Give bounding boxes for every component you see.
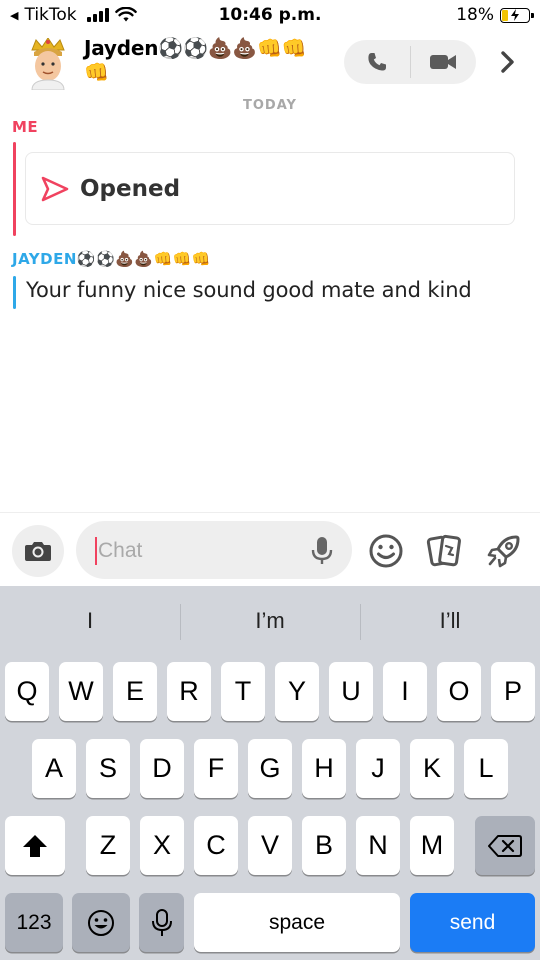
key-h[interactable]: H bbox=[302, 739, 346, 798]
predictive-bar: I I’m I’ll bbox=[0, 586, 540, 656]
key-m[interactable]: M bbox=[410, 816, 454, 875]
emoji-keyboard-key[interactable] bbox=[72, 893, 130, 952]
key-q[interactable]: Q bbox=[5, 662, 49, 721]
key-f[interactable]: F bbox=[194, 739, 238, 798]
avatar[interactable] bbox=[22, 37, 74, 91]
key-n[interactable]: N bbox=[356, 816, 400, 875]
sender-label-friend: JAYDEN⚽⚽💩💩👊👊👊 bbox=[12, 250, 212, 268]
battery-percent: 18% bbox=[456, 5, 494, 25]
video-call-button[interactable] bbox=[411, 40, 477, 84]
chat-input[interactable] bbox=[98, 531, 298, 571]
key-c[interactable]: C bbox=[194, 816, 238, 875]
date-separator: TODAY bbox=[243, 98, 297, 113]
chevron-right-icon[interactable] bbox=[492, 46, 524, 78]
phone-icon bbox=[368, 53, 386, 71]
key-r[interactable]: R bbox=[167, 662, 211, 721]
rocket-icon[interactable] bbox=[484, 531, 524, 571]
battery-icon bbox=[500, 7, 534, 23]
key-p[interactable]: P bbox=[491, 662, 535, 721]
chat-input-bar bbox=[0, 512, 540, 586]
chat-title[interactable]: Jayden⚽⚽💩💩👊👊👊 bbox=[84, 36, 314, 84]
text-cursor bbox=[95, 537, 97, 565]
microphone-icon bbox=[151, 908, 172, 936]
key-s[interactable]: S bbox=[86, 739, 130, 798]
shift-key[interactable] bbox=[5, 816, 65, 875]
key-o[interactable]: O bbox=[437, 662, 481, 721]
camera-button[interactable] bbox=[12, 525, 64, 577]
key-j[interactable]: J bbox=[356, 739, 400, 798]
chat-header: Jayden⚽⚽💩💩👊👊👊 bbox=[0, 30, 540, 94]
video-camera-icon bbox=[430, 55, 457, 69]
suggestion-3[interactable]: I’ll bbox=[360, 586, 540, 656]
call-actions bbox=[344, 40, 476, 84]
key-b[interactable]: B bbox=[302, 816, 346, 875]
key-k[interactable]: K bbox=[410, 739, 454, 798]
key-w[interactable]: W bbox=[59, 662, 103, 721]
numbers-key[interactable]: 123 bbox=[5, 893, 63, 952]
opened-status: Opened bbox=[80, 175, 181, 202]
key-u[interactable]: U bbox=[329, 662, 373, 721]
key-t[interactable]: T bbox=[221, 662, 265, 721]
keyboard: I I’m I’ll Q W E R T Y U I O P A S D F G… bbox=[0, 586, 540, 960]
camera-icon bbox=[25, 542, 51, 561]
key-y[interactable]: Y bbox=[275, 662, 319, 721]
key-e[interactable]: E bbox=[113, 662, 157, 721]
key-l[interactable]: L bbox=[464, 739, 508, 798]
chat-input-container[interactable] bbox=[76, 521, 352, 579]
friend-message[interactable]: Your funny nice sound good mate and kind bbox=[26, 278, 472, 302]
suggestion-1[interactable]: I bbox=[0, 586, 180, 656]
cards-icon bbox=[426, 534, 461, 567]
status-bar: ◀ TikTok 10:46 p.m. 18% bbox=[0, 0, 540, 30]
shift-arrow-icon bbox=[23, 834, 47, 857]
key-g[interactable]: G bbox=[248, 739, 292, 798]
mic-icon[interactable] bbox=[310, 535, 334, 567]
backspace-key[interactable] bbox=[475, 816, 535, 875]
key-x[interactable]: X bbox=[140, 816, 184, 875]
send-arrow-outline-icon bbox=[41, 176, 69, 201]
cards-button[interactable] bbox=[424, 531, 464, 571]
send-key[interactable]: send bbox=[410, 893, 535, 952]
key-d[interactable]: D bbox=[140, 739, 184, 798]
dictation-key[interactable] bbox=[139, 893, 184, 952]
smiley-icon bbox=[369, 534, 403, 568]
key-i[interactable]: I bbox=[383, 662, 427, 721]
key-v[interactable]: V bbox=[248, 816, 292, 875]
emoji-keyboard-icon bbox=[88, 909, 114, 936]
sender-label-me: ME bbox=[12, 118, 39, 136]
friend-message-bar bbox=[13, 276, 16, 309]
key-z[interactable]: Z bbox=[86, 816, 130, 875]
voice-call-button[interactable] bbox=[344, 40, 410, 84]
emoji-button[interactable] bbox=[366, 531, 406, 571]
me-message-bar bbox=[13, 142, 16, 236]
space-key[interactable]: space bbox=[194, 893, 400, 952]
backspace-icon bbox=[488, 834, 522, 857]
opened-snap-card[interactable]: Opened bbox=[25, 152, 515, 225]
suggestion-2[interactable]: I’m bbox=[180, 586, 360, 656]
key-a[interactable]: A bbox=[32, 739, 76, 798]
